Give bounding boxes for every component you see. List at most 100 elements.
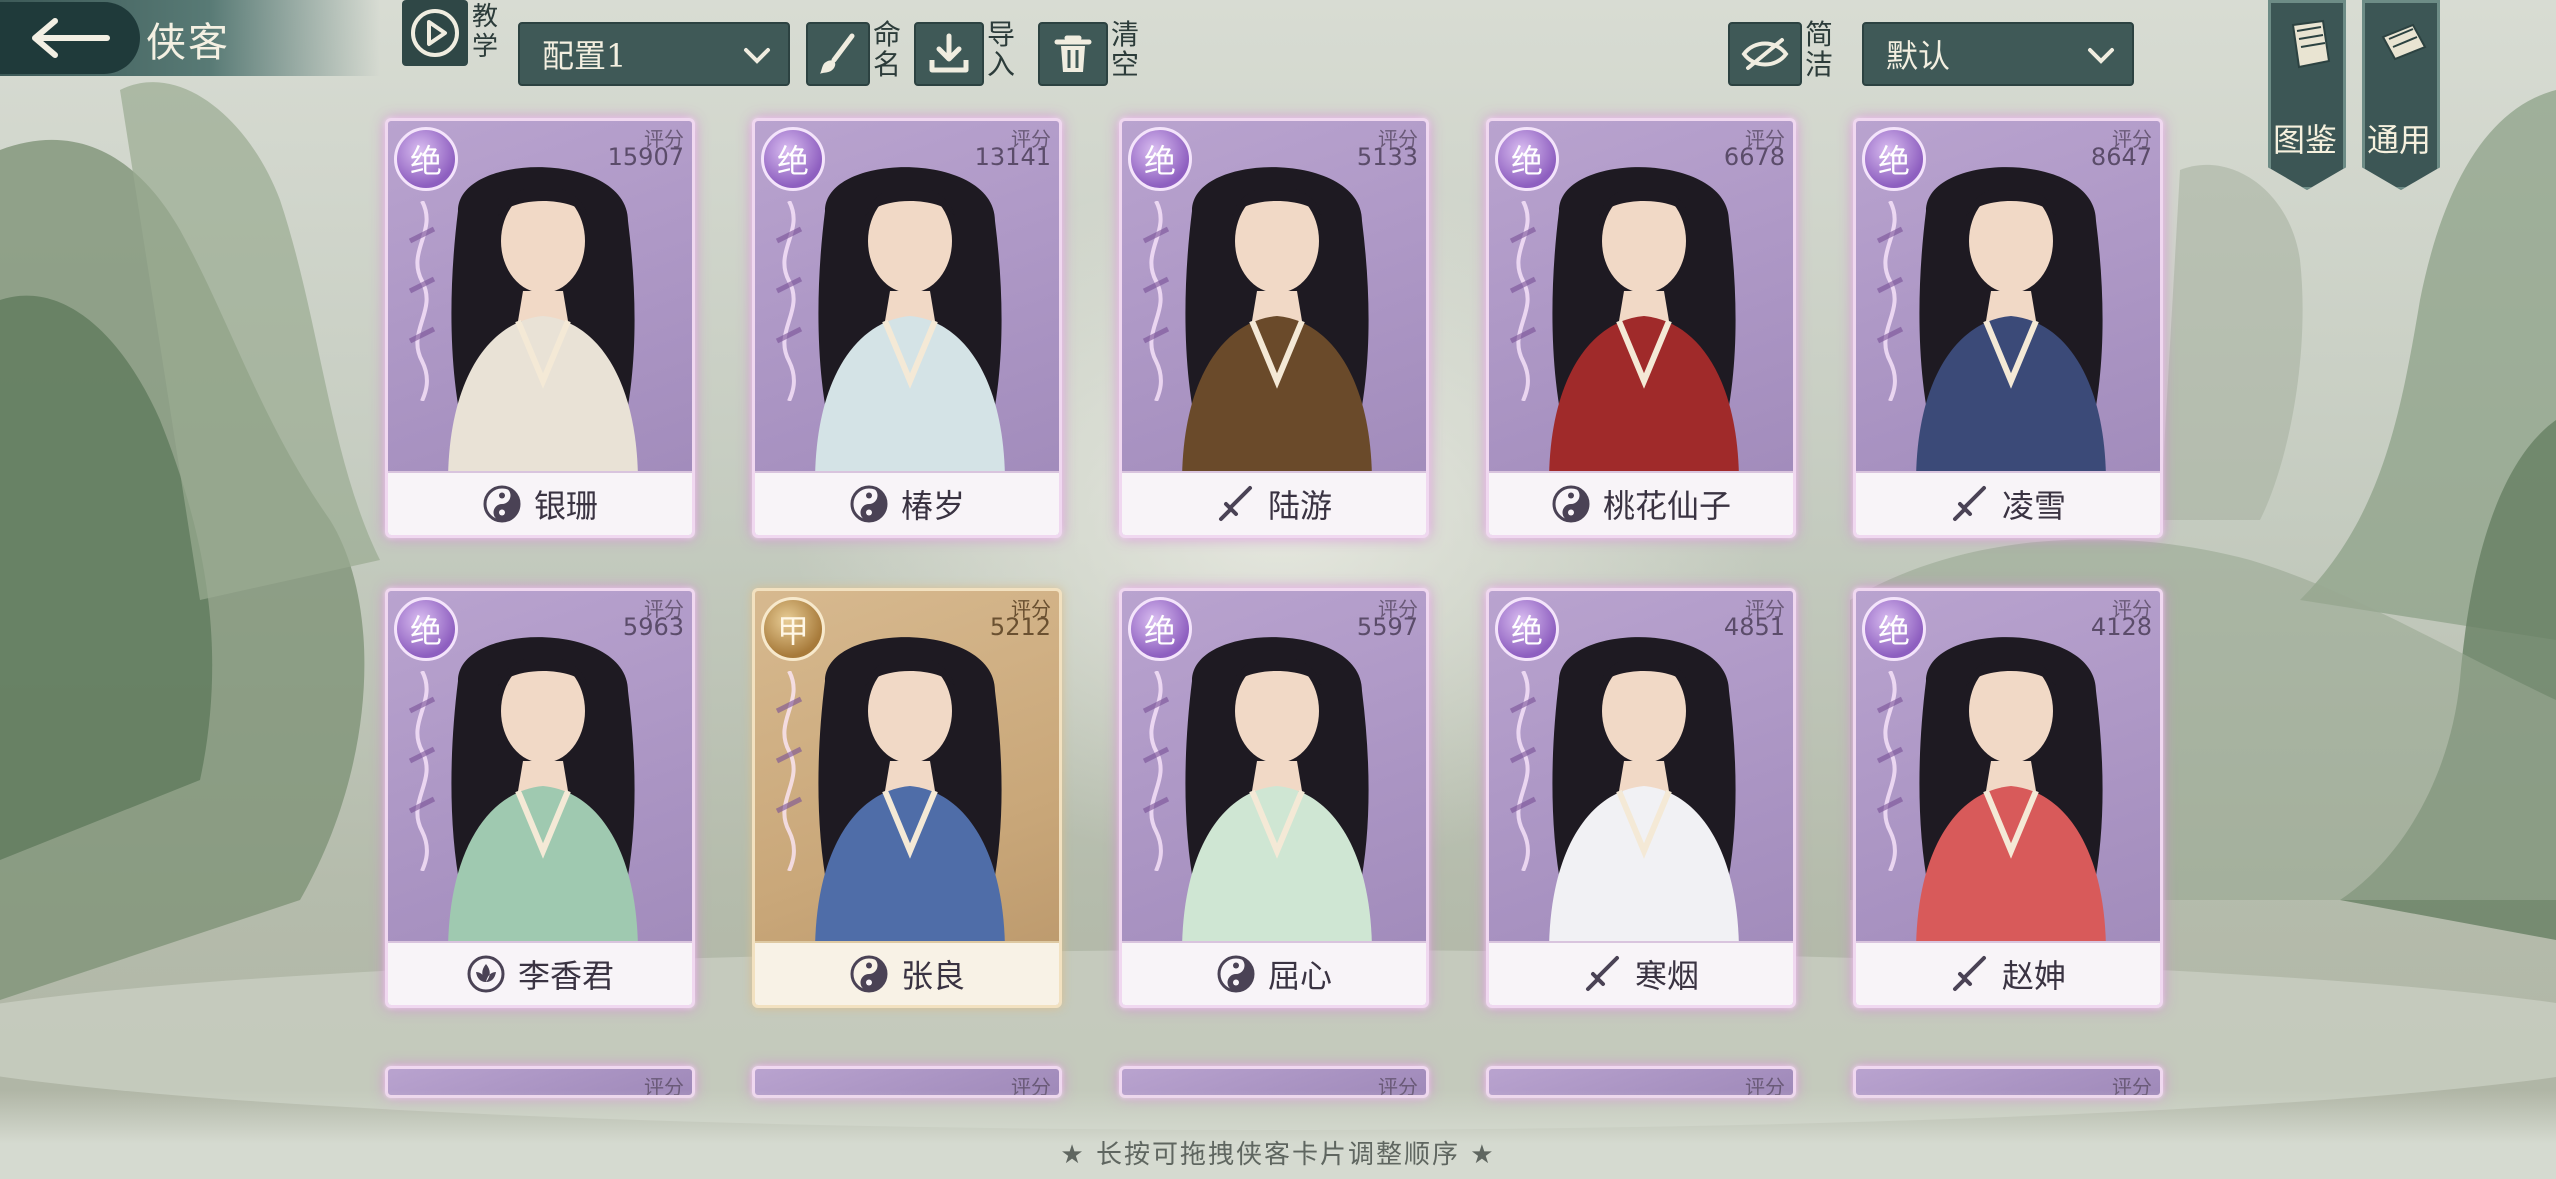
- clear-button[interactable]: 清空: [1038, 18, 1148, 88]
- taiji-icon: [849, 484, 889, 524]
- hero-name: 寒烟: [1634, 957, 1699, 995]
- rank-badge: 绝: [394, 597, 458, 661]
- book-icon: [2291, 19, 2331, 69]
- name-bar: 陆游: [1122, 471, 1426, 535]
- rank-badge: 绝: [1128, 127, 1192, 191]
- score-value: 4128: [2090, 613, 2152, 641]
- hero-card[interactable]: 绝评分 8647 凌雪: [1853, 118, 2163, 538]
- import-button[interactable]: 导入: [914, 18, 1024, 88]
- hero-name: 赵妽: [2001, 957, 2066, 995]
- sword-icon: [1950, 954, 1990, 994]
- sword-icon: [1583, 954, 1623, 994]
- card-ornament: [1136, 200, 1176, 402]
- card-ornament: [1870, 200, 1910, 402]
- taiji-icon: [482, 484, 522, 524]
- play-icon: [411, 9, 459, 57]
- name-bar: 银珊: [388, 471, 692, 535]
- page-title: 侠客: [146, 20, 230, 66]
- name-bar: 寒烟: [1489, 941, 1793, 1005]
- name-bar: 赵妽: [1856, 941, 2160, 1005]
- rank-badge: 绝: [1128, 597, 1192, 661]
- download-icon: [929, 33, 969, 73]
- name-bar: 桃花仙子: [1489, 471, 1793, 535]
- gallery-label: 图鉴: [2273, 121, 2338, 159]
- name-bar: 张良: [755, 941, 1059, 1005]
- hero-name: 桃花仙子: [1602, 487, 1731, 525]
- hero-name: 屈心: [1267, 957, 1332, 995]
- general-button[interactable]: 通用: [2362, 0, 2440, 190]
- hero-card[interactable]: 绝评分 5597 屈心: [1119, 588, 1429, 1008]
- hero-card[interactable]: 绝评分 13141 椿岁: [752, 118, 1062, 538]
- score-value: 4851: [1723, 613, 1785, 641]
- rank-badge: 甲: [761, 597, 825, 661]
- score-value: 5133: [1356, 143, 1418, 171]
- score-value: 15907: [607, 143, 684, 171]
- simple-toggle[interactable]: 简洁: [1728, 18, 1838, 88]
- rank-badge: 绝: [761, 127, 825, 191]
- taiji-icon: [1216, 954, 1256, 994]
- hero-card[interactable]: 绝评分 6678 桃花仙子: [1486, 118, 1796, 538]
- rename-button[interactable]: 命名: [806, 18, 906, 88]
- hero-name: 张良: [900, 957, 965, 995]
- card-ornament: [769, 670, 809, 872]
- hero-card[interactable]: 绝评分 5133 陆游: [1119, 118, 1429, 538]
- back-arrow-icon: [32, 18, 110, 58]
- lotus-icon: [466, 954, 506, 994]
- scroll-icon: [2381, 23, 2427, 61]
- hero-card[interactable]: 绝评分 5963 李香君: [385, 588, 695, 1008]
- rank-badge: 绝: [1862, 597, 1926, 661]
- card-ornament: [1503, 200, 1543, 402]
- hero-card[interactable]: 甲评分 5212 张良: [752, 588, 1062, 1008]
- general-label: 通用: [2367, 121, 2432, 159]
- card-ornament: [402, 200, 442, 402]
- eye-off-icon: [1741, 38, 1789, 70]
- sort-value: 默认: [1886, 37, 1951, 75]
- name-bar: 椿岁: [755, 471, 1059, 535]
- name-bar: 屈心: [1122, 941, 1426, 1005]
- hero-name: 李香君: [517, 957, 614, 995]
- taiji-icon: [849, 954, 889, 994]
- hero-card[interactable]: 绝评分 4851 寒烟: [1486, 588, 1796, 1008]
- config-value: 配置1: [542, 37, 627, 75]
- tutorial-button[interactable]: 教学: [402, 0, 502, 76]
- clear-label: 清空: [1110, 18, 1139, 81]
- score-value: 6678: [1723, 143, 1785, 171]
- gallery-button[interactable]: 图鉴: [2268, 0, 2346, 190]
- rank-badge: 绝: [1495, 597, 1559, 661]
- name-bar: 李香君: [388, 941, 692, 1005]
- chevron-down-icon: [744, 48, 770, 64]
- rank-badge: 绝: [1862, 127, 1926, 191]
- card-ornament: [1503, 670, 1543, 872]
- score-value: 8647: [2090, 143, 2152, 171]
- hero-name: 凌雪: [2001, 487, 2066, 525]
- hero-card[interactable]: 绝评分 15907 银珊: [385, 118, 695, 538]
- rename-label: 命名: [872, 18, 901, 81]
- import-label: 导入: [986, 18, 1015, 81]
- hero-card[interactable]: 绝评分 4128 赵妽: [1853, 588, 2163, 1008]
- score-value: 5963: [622, 613, 684, 641]
- score-value: 5597: [1356, 613, 1418, 641]
- sword-icon: [1216, 484, 1256, 524]
- card-ornament: [1870, 670, 1910, 872]
- taiji-icon: [1551, 484, 1591, 524]
- drag-hint: ★ 长按可拖拽侠客卡片调整顺序 ★: [1060, 1140, 1496, 1170]
- card-ornament: [769, 200, 809, 402]
- score-value: 5212: [989, 613, 1051, 641]
- hero-name: 陆游: [1267, 487, 1332, 525]
- sort-dropdown[interactable]: 默认: [1862, 22, 2134, 86]
- tutorial-label: 教学: [471, 2, 498, 62]
- sword-icon: [1950, 484, 1990, 524]
- score-value: 13141: [974, 143, 1051, 171]
- rank-badge: 绝: [1495, 127, 1559, 191]
- brush-icon: [820, 33, 855, 74]
- back-button[interactable]: [0, 2, 140, 74]
- config-dropdown[interactable]: 配置1: [518, 22, 790, 86]
- hero-name: 椿岁: [900, 487, 965, 525]
- card-ornament: [402, 670, 442, 872]
- rank-badge: 绝: [394, 127, 458, 191]
- name-bar: 凌雪: [1856, 471, 2160, 535]
- chevron-down-icon: [2088, 48, 2114, 64]
- simple-label: 简洁: [1804, 18, 1833, 81]
- card-ornament: [1136, 670, 1176, 872]
- hero-name: 银珊: [533, 487, 598, 525]
